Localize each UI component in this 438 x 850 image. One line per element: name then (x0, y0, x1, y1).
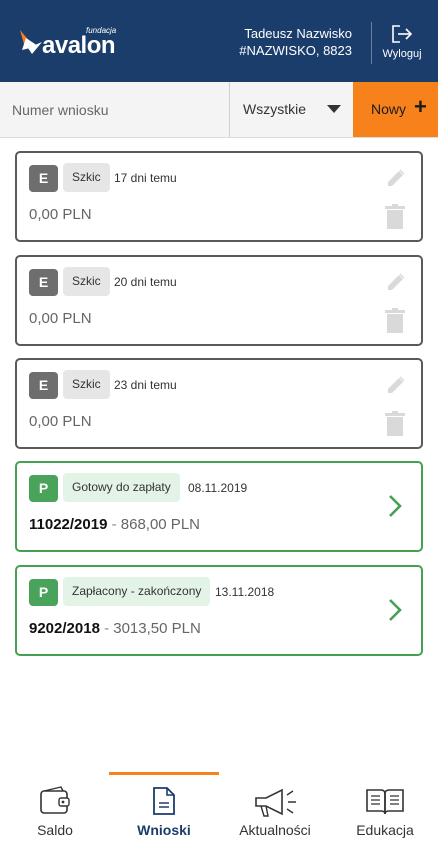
application-number: 9202/2018 (29, 620, 100, 637)
nav-item-aktualnosci[interactable]: Aktualności (220, 772, 330, 850)
nav-label: Saldo (37, 822, 73, 838)
chevron-right-icon[interactable] (387, 493, 403, 519)
card-amount: 11022/2019 - 868,00 PLN (29, 516, 200, 533)
amount-separator: - (111, 516, 117, 533)
bird-logo-icon (20, 30, 42, 54)
bottom-navigation: Saldo Wnioski Aktualności Edukacja (0, 772, 438, 850)
app-header: fundacja avalon Tadeusz Nazwisko #NAZWIS… (0, 0, 438, 82)
megaphone-icon (255, 788, 296, 817)
user-name: Tadeusz Nazwisko (244, 26, 352, 41)
nav-item-edukacja[interactable]: Edukacja (330, 772, 438, 850)
user-id: #NAZWISKO, 8823 (239, 43, 352, 58)
book-icon (366, 789, 404, 815)
type-badge: P (29, 579, 58, 606)
card-amount: 0,00 PLN (29, 206, 92, 223)
header-divider (371, 22, 372, 64)
application-card-payment[interactable]: P Zapłacony - zakończony 13.11.2018 9202… (15, 565, 423, 656)
logout-icon (392, 25, 413, 43)
chevron-right-icon[interactable] (387, 597, 403, 623)
card-date: 13.11.2018 (215, 585, 275, 599)
trash-icon[interactable] (384, 308, 406, 333)
nav-label: Edukacja (356, 822, 414, 838)
amount-value: 0,00 PLN (29, 310, 92, 327)
new-button-label: Nowy (371, 101, 407, 117)
card-amount: 0,00 PLN (29, 310, 92, 327)
status-badge: Szkic (63, 163, 110, 192)
nav-item-wnioski[interactable]: Wnioski (109, 772, 219, 850)
application-number-search-input[interactable] (0, 82, 229, 137)
logout-button[interactable]: Wyloguj (378, 24, 426, 64)
type-badge: P (29, 475, 58, 502)
avalon-logo: fundacja avalon (18, 26, 118, 62)
status-badge: Gotowy do zapłaty (63, 473, 180, 502)
active-tab-indicator (109, 772, 219, 775)
document-icon (153, 787, 175, 815)
nav-item-saldo[interactable]: Saldo (0, 772, 110, 850)
trash-icon[interactable] (384, 411, 406, 436)
status-filter-select[interactable]: Wszystkie (229, 82, 353, 137)
filter-bar: Wszystkie Nowy + (0, 82, 438, 138)
edit-pencil-icon[interactable] (385, 271, 407, 293)
nav-label: Aktualności (239, 822, 311, 838)
trash-icon[interactable] (384, 204, 406, 229)
new-application-button[interactable]: Nowy + (353, 82, 438, 137)
status-badge: Szkic (63, 370, 110, 399)
amount-value: 0,00 PLN (29, 413, 92, 430)
status-badge: Szkic (63, 267, 110, 296)
card-date: 20 dni temu (114, 275, 177, 289)
amount-value: 868,00 PLN (120, 516, 200, 533)
amount-value: 3013,50 PLN (113, 620, 201, 637)
edit-pencil-icon[interactable] (385, 374, 407, 396)
logout-label: Wyloguj (382, 48, 422, 60)
status-badge: Zapłacony - zakończony (63, 577, 211, 606)
nav-label: Wnioski (137, 822, 191, 838)
card-date: 23 dni temu (114, 378, 177, 392)
plus-icon: + (414, 94, 427, 119)
application-card-draft[interactable]: E Szkic 17 dni temu 0,00 PLN (15, 151, 423, 242)
logo-avalon-text: avalon (42, 32, 116, 59)
status-filter-value: Wszystkie (243, 101, 306, 117)
amount-separator: - (104, 620, 110, 637)
card-amount: 9202/2018 - 3013,50 PLN (29, 620, 201, 637)
type-badge: E (29, 372, 58, 399)
card-amount: 0,00 PLN (29, 413, 92, 430)
type-badge: E (29, 269, 58, 296)
application-card-draft[interactable]: E Szkic 23 dni temu 0,00 PLN (15, 358, 423, 449)
edit-pencil-icon[interactable] (385, 167, 407, 189)
card-date: 08.11.2019 (188, 481, 248, 495)
amount-value: 0,00 PLN (29, 206, 92, 223)
wallet-icon (40, 786, 70, 814)
type-badge: E (29, 165, 58, 192)
application-card-draft[interactable]: E Szkic 20 dni temu 0,00 PLN (15, 255, 423, 346)
application-card-payment[interactable]: P Gotowy do zapłaty 08.11.2019 11022/201… (15, 461, 423, 552)
application-number: 11022/2019 (29, 516, 108, 533)
card-date: 17 dni temu (114, 171, 177, 185)
caret-down-icon (327, 105, 341, 113)
